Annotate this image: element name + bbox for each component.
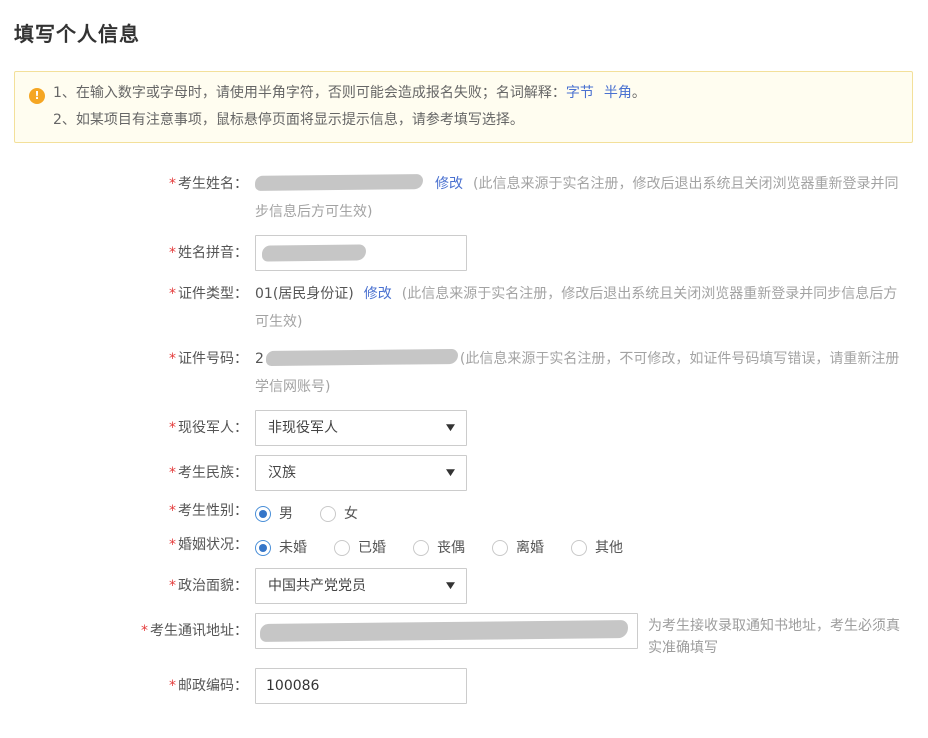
form-row-cert-no: *证件号码： 2(此信息来源于实名注册，不可修改，如证件号码填写错误，请重新注册… <box>0 345 928 401</box>
ethnicity-selected-value: 汉族 <box>268 459 296 487</box>
cert-type-label: *证件类型： <box>0 280 248 308</box>
marital-option-married[interactable]: 已婚 <box>334 534 386 562</box>
marital-option-widowed[interactable]: 丧偶 <box>413 534 465 562</box>
required-mark: * <box>169 176 176 192</box>
political-selected-value: 中国共产党党员 <box>268 572 366 600</box>
form-row-marital: *婚姻状况： 未婚 已婚 丧偶 离婚 其他 <box>0 534 928 559</box>
military-select[interactable]: 非现役军人 ▼ <box>255 410 467 446</box>
radio-selected-icon <box>255 506 271 522</box>
required-mark: * <box>169 351 176 367</box>
modify-cert-type-link[interactable]: 修改 <box>364 286 392 302</box>
cert-no-visible-prefix: 2 <box>255 351 264 367</box>
radio-selected-icon <box>255 540 271 556</box>
form-row-name: *考生姓名： 修改(此信息来源于实名注册，修改后退出系统且关闭浏览器重新登录并同… <box>0 170 928 226</box>
required-mark: * <box>169 420 176 436</box>
required-mark: * <box>169 465 176 481</box>
address-note: 为考生接收录取通知书地址，考生必须真实准确填写 <box>648 613 910 659</box>
pinyin-input[interactable] <box>255 235 467 271</box>
required-mark: * <box>169 286 176 302</box>
gender-option-male[interactable]: 男 <box>255 500 293 528</box>
gender-label: *考生性别： <box>0 500 248 522</box>
required-mark: * <box>169 245 176 261</box>
dropdown-arrow-icon: ▼ <box>446 459 455 487</box>
address-input[interactable] <box>255 613 638 649</box>
form-row-political: *政治面貌： 中国共产党党员 ▼ <box>0 568 928 604</box>
pinyin-label: *姓名拼音： <box>0 235 248 271</box>
personal-info-form: *考生姓名： 修改(此信息来源于实名注册，修改后退出系统且关闭浏览器重新登录并同… <box>0 170 928 704</box>
notice-text-1: 1、在输入数字或字母时，请使用半角字符，否则可能会造成报名失败；名词解释： <box>53 85 566 101</box>
byte-glossary-link[interactable]: 字节 <box>566 85 594 101</box>
notice-line-1: ! 1、在输入数字或字母时，请使用半角字符，否则可能会造成报名失败；名词解释：字节… <box>29 80 898 107</box>
form-row-address: *考生通讯地址： 为考生接收录取通知书地址，考生必须真实准确填写 <box>0 613 928 659</box>
warning-icon: ! <box>29 88 45 104</box>
gender-option-female[interactable]: 女 <box>320 500 358 528</box>
ethnicity-select[interactable]: 汉族 ▼ <box>255 455 467 491</box>
military-selected-value: 非现役军人 <box>268 414 338 442</box>
required-mark: * <box>169 537 176 553</box>
form-row-ethnicity: *考生民族： 汉族 ▼ <box>0 455 928 491</box>
notice-text-1-suffix: 。 <box>632 85 646 101</box>
postcode-input[interactable] <box>255 668 467 704</box>
form-row-cert-type: *证件类型： 01(居民身份证)修改(此信息来源于实名注册，修改后退出系统且关闭… <box>0 280 928 336</box>
marital-option-divorced[interactable]: 离婚 <box>492 534 544 562</box>
modify-name-link[interactable]: 修改 <box>435 176 463 192</box>
dropdown-arrow-icon: ▼ <box>446 572 455 600</box>
notice-box: ! 1、在输入数字或字母时，请使用半角字符，否则可能会造成报名失败；名词解释：字节… <box>14 71 913 143</box>
ethnicity-label: *考生民族： <box>0 455 248 491</box>
form-row-pinyin: *姓名拼音： <box>0 235 928 271</box>
redacted-address-value <box>260 620 628 642</box>
page-title: 填写个人信息 <box>14 18 928 47</box>
halfwidth-glossary-link[interactable]: 半角 <box>604 85 632 101</box>
political-label: *政治面貌： <box>0 568 248 604</box>
form-row-gender: *考生性别： 男 女 <box>0 500 928 525</box>
marital-label: *婚姻状况： <box>0 534 248 556</box>
form-row-postcode: *邮政编码： <box>0 668 928 704</box>
marital-option-other[interactable]: 其他 <box>571 534 623 562</box>
cert-no-label: *证件号码： <box>0 345 248 373</box>
required-mark: * <box>141 623 148 639</box>
radio-unselected-icon <box>334 540 350 556</box>
notice-line-2: 2、如某项目有注意事项，鼠标悬停页面将显示提示信息，请参考填写选择。 <box>29 107 898 134</box>
marital-option-unmarried[interactable]: 未婚 <box>255 534 307 562</box>
radio-unselected-icon <box>413 540 429 556</box>
radio-unselected-icon <box>571 540 587 556</box>
redacted-pinyin-value <box>262 244 366 261</box>
dropdown-arrow-icon: ▼ <box>446 414 455 442</box>
required-mark: * <box>169 578 176 594</box>
postcode-label: *邮政编码： <box>0 668 248 704</box>
redacted-cert-no-value <box>266 349 458 366</box>
redacted-name-value <box>255 174 423 191</box>
radio-unselected-icon <box>320 506 336 522</box>
cert-type-value: 01(居民身份证) <box>255 286 354 302</box>
required-mark: * <box>169 678 176 694</box>
military-label: *现役军人： <box>0 410 248 446</box>
name-label: *考生姓名： <box>0 170 248 198</box>
political-select[interactable]: 中国共产党党员 ▼ <box>255 568 467 604</box>
radio-unselected-icon <box>492 540 508 556</box>
form-row-military: *现役军人： 非现役军人 ▼ <box>0 410 928 446</box>
required-mark: * <box>169 503 176 519</box>
address-label: *考生通讯地址： <box>0 613 248 649</box>
